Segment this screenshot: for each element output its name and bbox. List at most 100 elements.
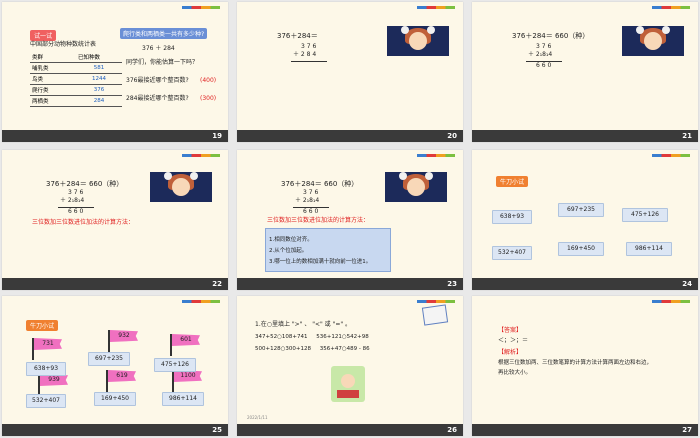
method-title: 三位数加三位数进位加法的计算方法： bbox=[267, 217, 370, 224]
addend-top: 3 7 6 bbox=[303, 189, 319, 196]
slide-26[interactable]: 1.在○里填上 ">" 、 "<" 或 "=" 。 347+52○108+741… bbox=[237, 296, 463, 436]
analysis-text: 根据三位数加两、三位数笔算的计算方法计算两面左边和右边， bbox=[498, 360, 653, 366]
exercise-title: 1.在○里填上 ">" 、 "<" 或 "=" 。 bbox=[255, 321, 352, 328]
slide-decoration bbox=[417, 6, 455, 9]
table-cell: 581 bbox=[76, 62, 122, 74]
exercise-box[interactable]: 475+126 bbox=[622, 208, 668, 222]
table-cell: 两栖类 bbox=[30, 95, 76, 107]
exercise-box[interactable]: 697+235 bbox=[558, 203, 604, 217]
addend-bottom: ＋ 2₁8₁4 bbox=[528, 51, 553, 58]
addend-top: 3 7 6 bbox=[301, 43, 317, 50]
kids-study-image bbox=[331, 366, 365, 402]
slide-number: 23 bbox=[447, 280, 457, 288]
slide-footer: 27 bbox=[472, 424, 698, 436]
slide-decoration bbox=[182, 154, 220, 157]
cartoon-girl-image bbox=[622, 26, 684, 56]
sum-result: 6 6 0 bbox=[536, 62, 552, 69]
exercise-box[interactable]: 532+407 bbox=[26, 394, 66, 408]
slide-footer: 26 bbox=[237, 424, 463, 436]
exercise-box[interactable]: 475+126 bbox=[154, 358, 196, 372]
exercise-box[interactable]: 986+114 bbox=[162, 392, 204, 406]
animal-table: 类群 已知种数 哺乳类 581 鸟类 1244 爬行类 376 两栖类 284 bbox=[30, 52, 122, 107]
cartoon-girl-image bbox=[150, 172, 212, 202]
slide-tag: 试一试 bbox=[30, 30, 57, 41]
slide-number: 25 bbox=[212, 426, 222, 434]
slide-footer: 24 bbox=[472, 278, 698, 290]
slide-decoration bbox=[417, 154, 455, 157]
answer-2: (300) bbox=[200, 95, 217, 102]
exercise-box[interactable]: 169+450 bbox=[558, 242, 604, 256]
table-cell: 鸟类 bbox=[30, 73, 76, 85]
table-cell: 爬行类 bbox=[30, 84, 76, 96]
slide-22[interactable]: 376＋284＝ 660（种） 3 7 6 ＋ 2₁8₁4 6 6 0 三位数加… bbox=[2, 150, 228, 290]
sum-line bbox=[291, 61, 327, 62]
method-step: 2.从个位加起。 bbox=[269, 248, 308, 254]
exercise-row: 500+128○300+128 356+47○489 - 86 bbox=[255, 346, 370, 352]
table-title: 中国部分动物种数统计表 bbox=[30, 41, 97, 48]
exercise-box[interactable]: 638+93 bbox=[26, 362, 66, 376]
exercise-row: 347+52○108+741 536+121○542+98 bbox=[255, 334, 369, 340]
expression: 376＋284＝ 660（种） bbox=[46, 180, 124, 188]
table-header-row: 类群 已知种数 bbox=[30, 52, 122, 63]
exercise-box[interactable]: 986+114 bbox=[626, 242, 672, 256]
exercise-box[interactable]: 169+450 bbox=[94, 392, 136, 406]
method-step: 3.哪一位上的数相加满十就向前一位进1。 bbox=[269, 259, 372, 265]
answer-tag: 【答案】 bbox=[498, 327, 523, 334]
method-title: 三位数加三位数进位加法的计算方法： bbox=[32, 219, 135, 226]
table-row: 哺乳类 581 bbox=[30, 62, 122, 74]
cartoon-girl-image bbox=[385, 172, 447, 202]
table-cell: 1244 bbox=[76, 73, 122, 85]
slide-20[interactable]: 376＋284＝ 3 7 6 ＋ 2 8 4 20 bbox=[237, 2, 463, 142]
slide-23[interactable]: 376＋284＝ 660（种） 3 7 6 ＋ 2₁8₁4 6 6 0 三位数加… bbox=[237, 150, 463, 290]
addend-bottom: ＋ 2₁8₁4 bbox=[295, 197, 320, 204]
question-2: 284最接近哪个整百数? bbox=[126, 95, 189, 102]
sum-result: 6 6 0 bbox=[68, 208, 84, 215]
addend-bottom: ＋ 2₁8₁4 bbox=[60, 197, 85, 204]
exercise-box[interactable]: 532+407 bbox=[492, 246, 532, 260]
slide-number: 24 bbox=[682, 280, 692, 288]
slide-27[interactable]: 【答案】 ＜；＞；＝ 【解析】 根据三位数加两、三位数笔算的计算方法计算两面左边… bbox=[472, 296, 698, 436]
exercise-box[interactable]: 638+93 bbox=[492, 210, 532, 224]
table-header-cell: 类群 bbox=[30, 52, 76, 63]
method-steps-box: 1.相同数位对齐。 2.从个位加起。 3.哪一位上的数相加满十就向前一位进1。 bbox=[265, 228, 391, 272]
notebook-pencil-icon bbox=[421, 304, 449, 326]
slide-tag: 牛刀小试 bbox=[26, 320, 59, 331]
exercise-box[interactable]: 697+235 bbox=[88, 352, 130, 366]
slide-decoration bbox=[182, 6, 220, 9]
slide-number: 20 bbox=[447, 132, 457, 140]
table-row: 鸟类 1244 bbox=[30, 73, 122, 85]
slide-footer: 20 bbox=[237, 130, 463, 142]
slide-19[interactable]: 试一试 中国部分动物种数统计表 类群 已知种数 哺乳类 581 鸟类 1244 … bbox=[2, 2, 228, 142]
sum-result: 6 6 0 bbox=[303, 208, 319, 215]
slide-24[interactable]: 牛刀小试 638+93 697+235 475+126 532+407 169+… bbox=[472, 150, 698, 290]
slide-tag: 牛刀小试 bbox=[496, 176, 529, 187]
question-1: 376最接近哪个整百数? bbox=[126, 77, 189, 84]
slide-number: 19 bbox=[212, 132, 222, 140]
table-cell: 哺乳类 bbox=[30, 62, 76, 74]
addend-top: 3 7 6 bbox=[536, 43, 552, 50]
slide-decoration bbox=[182, 300, 220, 303]
question-highlight: 爬行类和两栖类一共有多少种? bbox=[120, 28, 208, 39]
table-cell: 376 bbox=[76, 84, 122, 96]
slide-25[interactable]: 牛刀小试 731 932 601 939 619 1100 638+93 697… bbox=[2, 296, 228, 436]
expression: 376＋284＝ 660（种） bbox=[281, 180, 359, 188]
slide-number: 21 bbox=[682, 132, 692, 140]
slide-decoration bbox=[652, 6, 690, 9]
slide-footer: 23 bbox=[237, 278, 463, 290]
slide-21[interactable]: 376＋284＝ 660（种） 3 7 6 ＋ 2₁8₁4 6 6 0 21 bbox=[472, 2, 698, 142]
table-cell: 284 bbox=[76, 95, 122, 107]
estimate-prompt: 同学们，你能估算一下吗？ bbox=[126, 59, 199, 66]
table-header-cell: 已知种数 bbox=[76, 52, 122, 63]
slide-number: 27 bbox=[682, 426, 692, 434]
slide-footer: 25 bbox=[2, 424, 228, 436]
slide-footer: 22 bbox=[2, 278, 228, 290]
expression: 376 ＋ 284 bbox=[142, 45, 175, 52]
slide-number: 22 bbox=[212, 280, 222, 288]
slide-decoration bbox=[652, 300, 690, 303]
slide-number: 26 bbox=[447, 426, 457, 434]
cartoon-girl-image bbox=[387, 26, 449, 56]
table-row: 两栖类 284 bbox=[30, 95, 122, 107]
answer-1: (400) bbox=[200, 77, 217, 84]
expression: 376＋284＝ 660（种） bbox=[512, 32, 590, 40]
slide-decoration bbox=[652, 154, 690, 157]
